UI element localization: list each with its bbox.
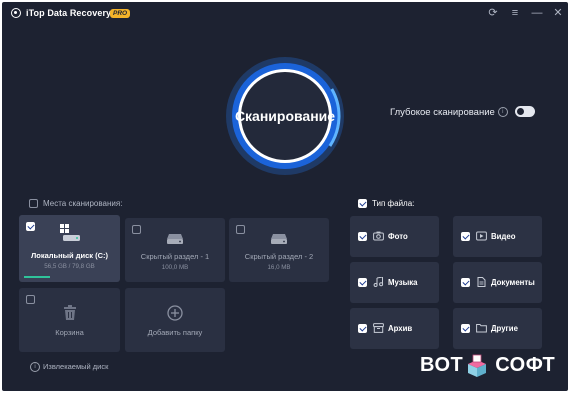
drive-size: 16,0 MB [267,264,291,271]
drive-card-hidden-1[interactable]: Скрытый раздел - 1 100,0 MB [125,218,225,282]
file-types-select-all-checkbox[interactable] [358,199,367,208]
filetype-checkbox[interactable] [461,232,470,241]
windows-drive-icon [60,224,80,241]
filetype-documents[interactable]: Документы [453,262,542,303]
recycle-bin-label: Корзина [55,328,84,337]
trash-icon [64,305,76,320]
drive-card-hidden-2[interactable]: Скрытый раздел - 2 16,0 MB [229,218,329,282]
pro-badge: PRO [110,9,131,18]
deep-scan-toggle[interactable] [515,106,535,117]
add-circle-icon [167,305,183,321]
watermark-box-logo [468,354,486,377]
filetype-label: Документы [491,278,535,287]
menu-icon[interactable]: ≡ [509,7,521,19]
drive-name: Локальный диск (C:) [30,251,109,260]
refresh-icon[interactable]: ⟳ [487,7,499,19]
watermark-left: ВОТ [420,354,464,376]
archive-icon [373,323,384,333]
app-logo-icon [11,8,21,18]
locations-header: Места сканирования: [43,199,123,208]
add-folder-card[interactable]: Добавить папку [125,288,225,352]
filetype-label: Музыка [388,278,418,287]
drive-size: 56,5 GB / 79,8 GB [44,263,95,270]
filetype-checkbox[interactable] [358,232,367,241]
filetype-archive[interactable]: Архив [350,308,439,349]
filetype-checkbox[interactable] [358,278,367,287]
locations-select-all-checkbox[interactable] [29,199,38,208]
recycle-bin-card[interactable]: Корзина [19,288,120,352]
document-icon [476,277,487,287]
filetype-label: Видео [491,232,516,241]
deep-scan-label: Глубокое сканирование i [390,107,508,118]
scan-button[interactable]: Сканирование [235,69,335,163]
filetype-video[interactable]: Видео [453,216,542,257]
music-icon [373,276,384,287]
filetype-checkbox[interactable] [358,324,367,333]
recycle-bin-checkbox[interactable] [26,295,35,304]
info-icon[interactable]: i [497,107,508,118]
drive-card-local-c[interactable]: Локальный диск (C:) 56,5 GB / 79,8 GB [19,215,120,282]
file-types-header: Тип файла: [372,199,415,208]
close-icon[interactable]: ✕ [552,7,564,19]
drive-name: Скрытый раздел - 2 [244,252,314,261]
filetype-label: Другие [491,324,518,333]
drive-size: 100,0 MB [161,264,189,271]
camera-icon [373,231,384,241]
filetype-music[interactable]: Музыка [350,262,439,303]
filetype-label: Архив [388,324,413,333]
filetype-other[interactable]: Другие [453,308,542,349]
deep-scan-text: Глубокое сканирование [390,107,495,118]
info-icon: i [30,362,40,373]
add-folder-label: Добавить папку [147,328,203,337]
filetype-label: Фото [388,232,408,241]
hard-drive-icon [271,234,287,244]
minimize-icon[interactable]: — [531,7,543,19]
drive-checkbox[interactable] [132,225,141,234]
hard-drive-icon [167,234,183,244]
folder-icon [476,323,487,333]
removable-disk-note: i Извлекаемый диск [30,362,109,373]
filetype-checkbox[interactable] [461,324,470,333]
watermark-right: СОФТ [495,354,556,376]
drive-checkbox[interactable] [26,222,35,231]
drive-usage-bar [24,276,50,278]
app-window: iTop Data Recovery 5.5 PRO ⟳ ≡ — ✕ Скани… [2,2,568,391]
drive-checkbox[interactable] [236,225,245,234]
filetype-photo[interactable]: Фото [350,216,439,257]
title-bar: iTop Data Recovery 5.5 PRO ⟳ ≡ — ✕ [2,2,568,26]
filetype-checkbox[interactable] [461,278,470,287]
removable-disk-label: Извлекаемый диск [43,362,109,371]
video-icon [476,231,487,241]
drive-name: Скрытый раздел - 1 [140,252,210,261]
